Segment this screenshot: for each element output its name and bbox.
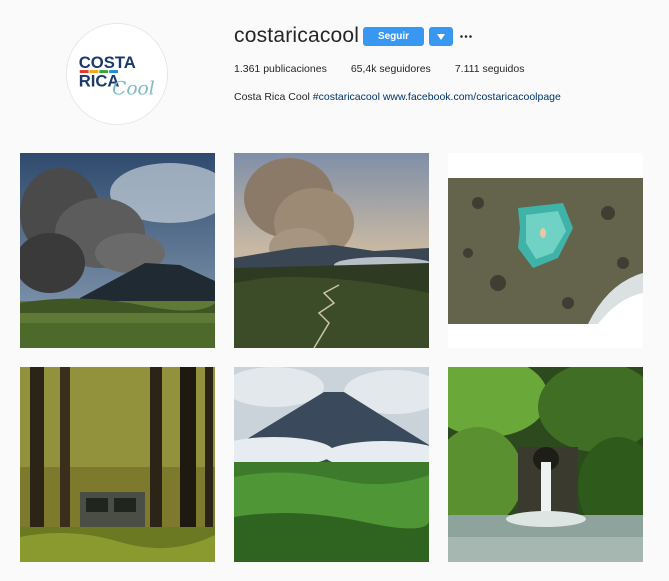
post-thumbnail[interactable] (20, 367, 215, 562)
profile-full-name: Costa Rica Cool (234, 91, 310, 103)
post-image (20, 367, 215, 562)
post-thumbnail[interactable] (234, 153, 429, 348)
more-options-icon (460, 34, 472, 38)
post-thumbnail[interactable] (448, 153, 643, 348)
suggestions-dropdown-button[interactable] (429, 27, 453, 46)
svg-text:Cool: Cool (112, 79, 155, 100)
post-image (20, 153, 215, 348)
bio-hashtag-link[interactable]: #costaricacool (313, 91, 380, 103)
post-image (234, 367, 429, 562)
profile-username: costaricacool (234, 24, 360, 47)
posts-count: 1.361 publicaciones (234, 63, 327, 75)
post-thumbnail[interactable] (20, 153, 215, 348)
follow-button[interactable]: Seguir (363, 27, 424, 46)
costa-rica-cool-logo: COSTA RICA Cool (67, 24, 167, 124)
profile-bio: Costa Rica Cool #costaricacool www.faceb… (234, 91, 561, 103)
profile-avatar[interactable]: COSTA RICA Cool (66, 23, 168, 125)
more-options-button[interactable] (458, 30, 474, 42)
post-image (234, 153, 429, 348)
chevron-down-icon (437, 33, 445, 40)
post-thumbnail[interactable] (234, 367, 429, 562)
post-thumbnail[interactable] (448, 367, 643, 562)
bio-website-link[interactable]: www.facebook.com/costaricacoolpage (383, 91, 561, 103)
followers-count[interactable]: 65,4k seguidores (351, 63, 431, 75)
svg-text:COSTA: COSTA (79, 53, 136, 72)
post-image (448, 153, 643, 348)
post-image (448, 367, 643, 562)
profile-stats: 1.361 publicaciones 65,4k seguidores 7.1… (234, 63, 548, 75)
following-count[interactable]: 7.111 seguidos (455, 63, 525, 75)
